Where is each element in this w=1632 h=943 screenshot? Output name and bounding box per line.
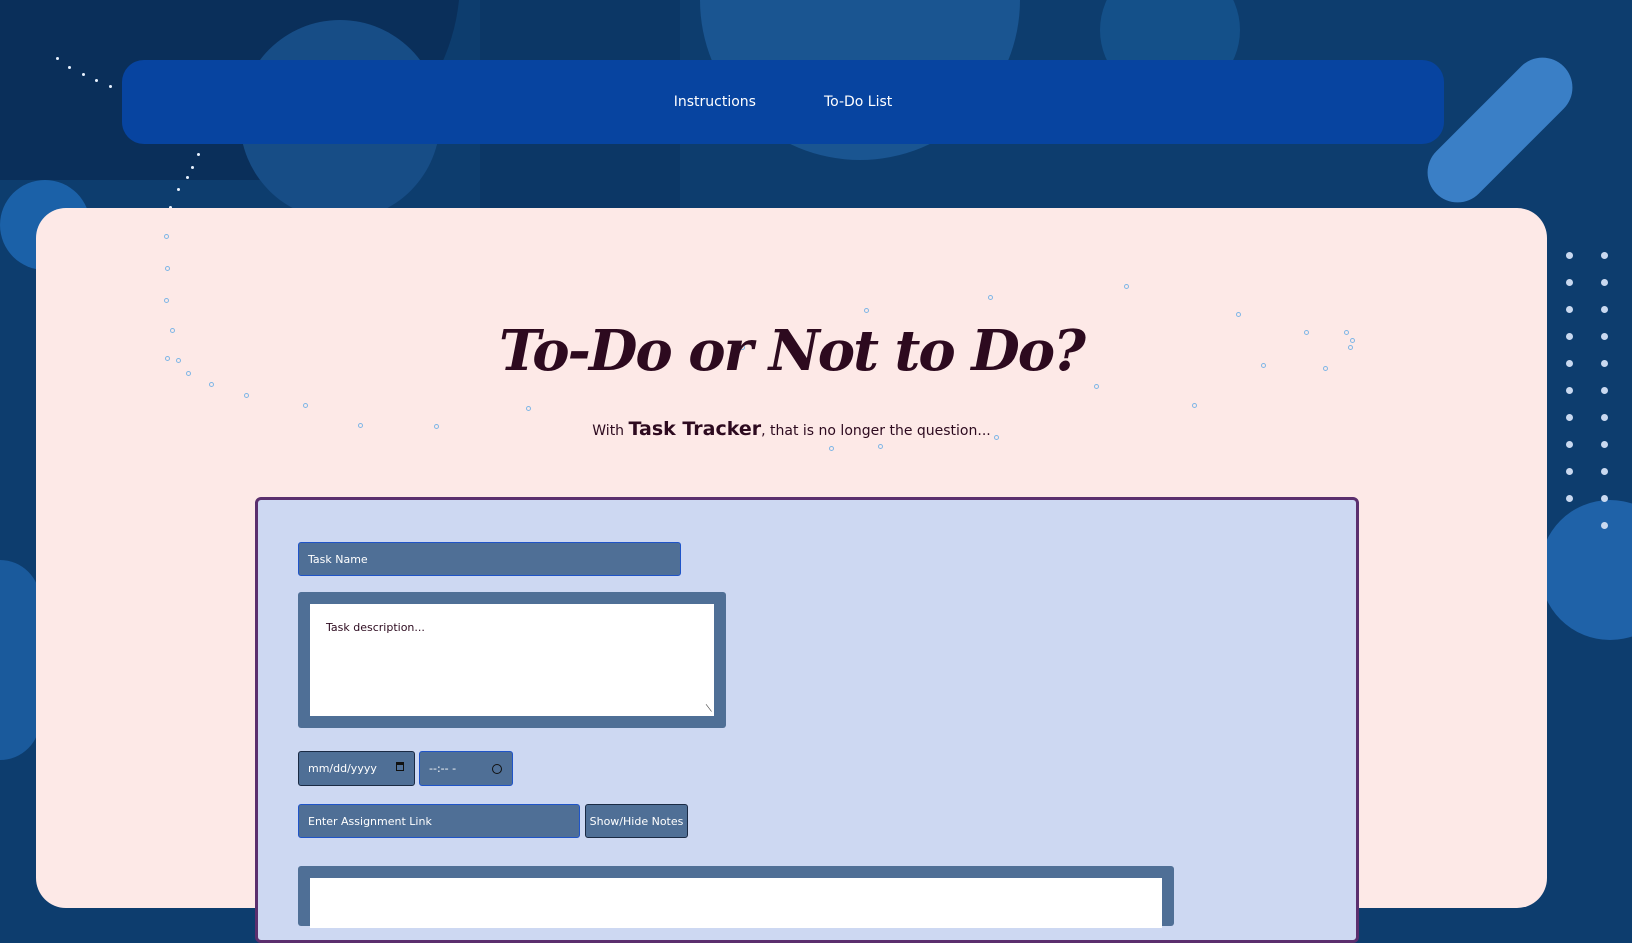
decorative-dot [1566,468,1573,475]
nav-todo-list[interactable]: To-Do List [824,94,892,110]
notes-textarea[interactable] [310,878,1162,928]
decorative-dot [1566,306,1573,313]
due-date-input[interactable]: mm/dd/yyyy [298,751,415,786]
date-placeholder: mm/dd/yyyy [308,762,377,775]
decorative-dot [82,73,85,76]
decorative-dot [177,188,180,191]
page-title: To-Do or Not to Do? [499,318,1086,384]
decorative-dot [1601,522,1608,529]
decorative-dot [1601,441,1608,448]
notes-container [298,866,1174,928]
decorative-dot [1601,252,1608,259]
link-placeholder: Enter Assignment Link [308,814,432,828]
decorative-dot [526,406,531,411]
decorative-dot [191,166,194,169]
decorative-dot [1601,387,1608,394]
decorative-dot [1236,312,1241,317]
decorative-dot [1566,360,1573,367]
decorative-dot [1601,360,1608,367]
decorative-dot [1601,495,1608,502]
calendar-icon[interactable] [396,762,404,771]
decorative-dot [244,393,249,398]
decorative-dot [164,298,169,303]
description-container: Task description... ⃥ [298,592,726,728]
decorative-dot [164,234,169,239]
decorative-dot [303,403,308,408]
task-description-textarea[interactable]: Task description... ⃥ [310,604,714,716]
main-card: To-Do or Not to Do? With Task Tracker, t… [36,208,1547,943]
decorative-dot [1601,468,1608,475]
decorative-dot [1192,403,1197,408]
subtitle-suffix: , that is no longer the question... [761,423,991,439]
clock-icon[interactable] [492,764,502,774]
bg-shape [1540,500,1632,640]
decorative-dot [878,444,883,449]
due-time-input[interactable]: --:-- - [419,751,513,786]
time-placeholder: --:-- - [429,762,457,775]
decorative-dot [1566,279,1573,286]
bg-shape [0,560,40,760]
decorative-dot [1601,414,1608,421]
task-name-placeholder: Task Name [308,552,368,566]
decorative-dot [1566,495,1573,502]
decorative-dot [165,266,170,271]
assignment-link-input[interactable]: Enter Assignment Link [298,804,580,838]
decorative-dot [56,57,59,60]
decorative-dot [1566,387,1573,394]
decorative-dot [109,85,112,88]
decorative-dot [1566,252,1573,259]
brand-name: Task Tracker [628,418,762,440]
task-form: Task Name Task description... ⃥ mm/dd/yy… [255,497,1359,943]
decorative-dot [829,446,834,451]
decorative-dot [1601,333,1608,340]
toggle-notes-button[interactable]: Show/Hide Notes [585,804,688,838]
subtitle-prefix: With [592,423,629,439]
decorative-dot [186,176,189,179]
description-placeholder: Task description... [326,621,425,634]
decorative-dot [1601,306,1608,313]
decorative-dot [1601,279,1608,286]
decorative-dot [1566,441,1573,448]
main-nav: Instructions To-Do List [122,60,1444,144]
decorative-dot [1094,384,1099,389]
decorative-dot [68,66,71,69]
page-subtitle: With Task Tracker, that is no longer the… [36,418,1547,440]
decorative-dot [1124,284,1129,289]
decorative-dot [95,79,98,82]
task-name-input[interactable]: Task Name [298,542,681,576]
decorative-dot [1566,333,1573,340]
decorative-dot [1566,414,1573,421]
decorative-dot [864,308,869,313]
decorative-dot [197,153,200,156]
decorative-dot [988,295,993,300]
nav-instructions[interactable]: Instructions [674,94,756,110]
